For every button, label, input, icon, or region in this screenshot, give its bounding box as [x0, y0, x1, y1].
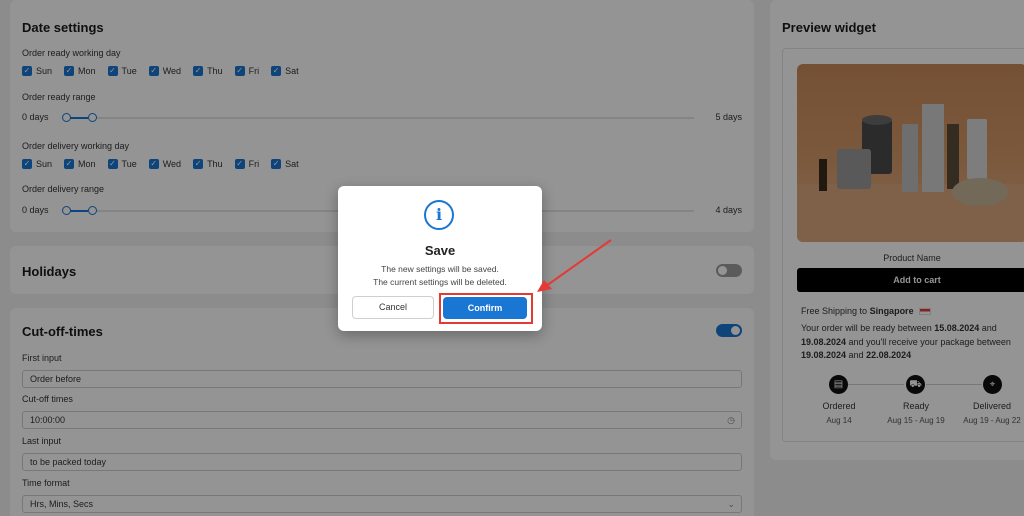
arrow-head [537, 280, 552, 292]
annotation-arrow [537, 239, 612, 292]
arrow-line [545, 239, 612, 287]
